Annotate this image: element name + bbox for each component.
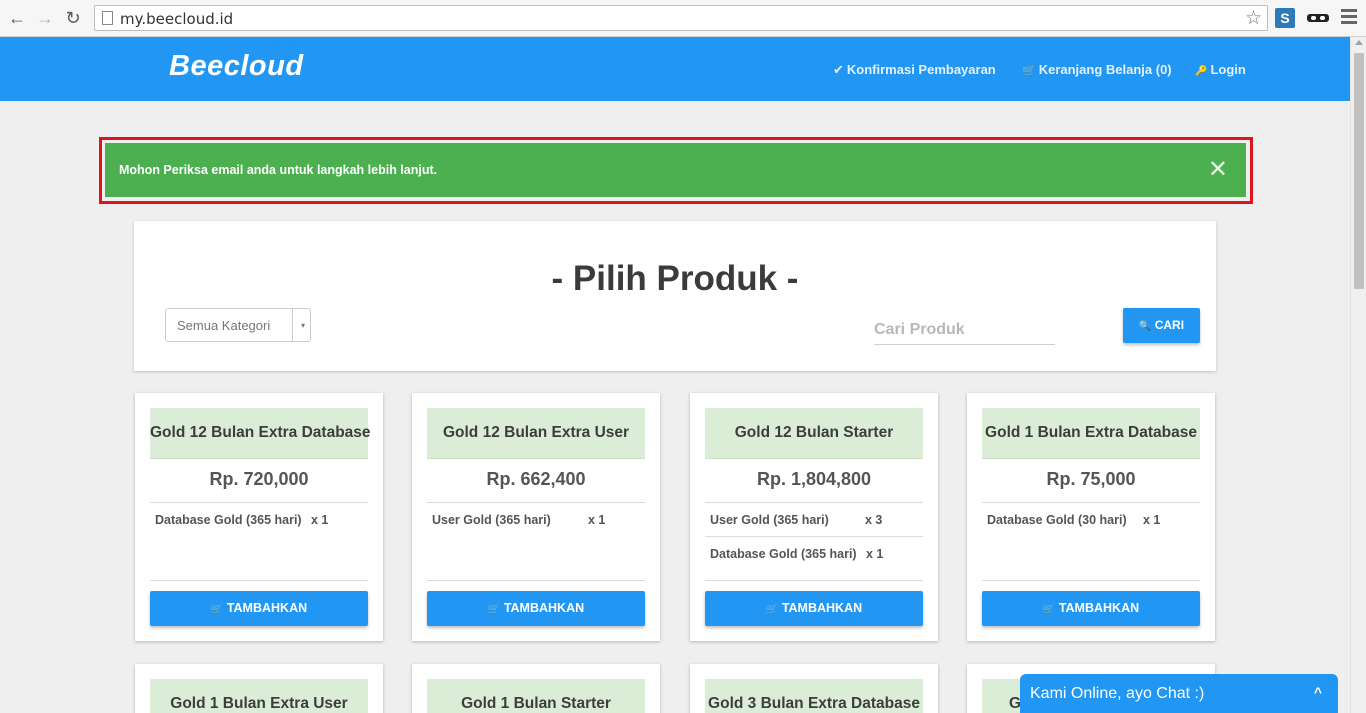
chat-label: Kami Online, ayo Chat :) <box>1030 685 1205 702</box>
add-to-cart-label: TAMBAHKAN <box>1058 601 1140 615</box>
product-price: Rp. 720,000 <box>209 469 309 489</box>
chevron-up-icon[interactable]: ^ <box>1314 684 1322 700</box>
product-card: Gold 12 Bulan Extra Database Rp. 720,000… <box>135 393 383 641</box>
search-input[interactable] <box>874 315 1055 345</box>
feature-label: User Gold (365 hari) <box>710 513 829 527</box>
add-to-cart-label: TAMBAHKAN <box>226 601 308 615</box>
product-card: Gold 1 Bulan Extra User <box>135 664 383 713</box>
nav-konfirmasi-pembayaran[interactable]: ✔ Konfirmasi Pembayaran <box>833 62 996 78</box>
forward-icon[interactable]: → <box>35 8 55 28</box>
product-name: Gold 1 Bulan Starter <box>427 679 645 713</box>
feature-qty: x 1 <box>588 513 606 527</box>
feature-label: User Gold (365 hari) <box>432 513 551 527</box>
product-price: Rp. 1,804,800 <box>756 469 872 489</box>
key-icon: 🔑 <box>1195 66 1208 77</box>
reload-icon[interactable]: ↻ <box>63 8 83 28</box>
back-icon[interactable]: ← <box>7 8 27 28</box>
alert-message: Mohon Periksa email anda untuk langkah l… <box>119 163 438 177</box>
category-select[interactable]: Semua Kategori ▾ <box>165 308 311 342</box>
product-name: Gold 3 Bulan Extra Database <box>705 679 923 713</box>
product-card: Gold 12 Bulan Starter Rp. 1,804,800 User… <box>690 393 938 641</box>
feature-label: Database Gold (30 hari) <box>987 513 1127 527</box>
product-filter-panel: - Pilih Produk - Semua Kategori ▾ 🔍 CARI <box>134 221 1216 371</box>
live-chat-widget[interactable]: Kami Online, ayo Chat :) ^ <box>1020 674 1338 713</box>
nav-login[interactable]: 🔑 Login <box>1195 62 1246 77</box>
incognito-mask-icon[interactable] <box>1307 8 1329 28</box>
product-name: Gold 1 Bulan Extra Database <box>982 408 1200 459</box>
product-name: Gold 12 Bulan Extra User <box>427 408 645 459</box>
add-to-cart-button[interactable]: 🛒 TAMBAHKAN <box>982 591 1200 626</box>
url-text[interactable]: my.beecloud.id <box>120 10 233 28</box>
feature-qty: x 1 <box>1143 513 1161 527</box>
extension-s-icon[interactable]: S <box>1275 8 1295 28</box>
cart-icon: 🛒 <box>765 604 779 615</box>
page-scrollbar[interactable] <box>1350 37 1366 713</box>
add-to-cart-button[interactable]: 🛒 TAMBAHKAN <box>705 591 923 626</box>
product-price: Rp. 75,000 <box>1046 469 1136 489</box>
search-button-label: CARI <box>1154 318 1185 332</box>
chevron-down-icon: ▾ <box>300 321 305 330</box>
page-title: - Pilih Produk - <box>551 259 799 298</box>
success-alert: Mohon Periksa email anda untuk langkah l… <box>105 143 1246 197</box>
product-name: Gold 12 Bulan Starter <box>705 408 923 459</box>
cart-icon: 🛒 <box>1022 65 1036 77</box>
feature-qty: x 1 <box>866 547 884 561</box>
add-to-cart-label: TAMBAHKAN <box>503 601 585 615</box>
feature-qty: x 1 <box>311 513 329 527</box>
product-card: Gold 1 Bulan Starter <box>412 664 660 713</box>
nav-login-label: Login <box>1210 62 1246 77</box>
nav-keranjang-belanja[interactable]: 🛒 Keranjang Belanja (0) <box>1022 62 1172 77</box>
brand-logo[interactable]: Beecloud <box>169 50 304 83</box>
check-icon: ✔ <box>833 62 844 77</box>
product-price: Rp. 662,400 <box>486 469 586 489</box>
add-to-cart-button[interactable]: 🛒 TAMBAHKAN <box>150 591 368 626</box>
site-navbar: Beecloud ✔ Konfirmasi Pembayaran 🛒 Keranja… <box>0 37 1350 101</box>
search-button[interactable]: 🔍 CARI <box>1123 308 1200 343</box>
browser-menu-icon[interactable] <box>1341 9 1357 27</box>
add-to-cart-button[interactable]: 🛒 TAMBAHKAN <box>427 591 645 626</box>
category-select-value: Semua Kategori <box>177 318 271 333</box>
address-bar[interactable]: my.beecloud.id ☆ <box>94 5 1268 31</box>
add-to-cart-label: TAMBAHKAN <box>781 601 863 615</box>
bookmark-star-icon[interactable]: ☆ <box>1245 7 1262 30</box>
cart-icon: 🛒 <box>487 604 501 615</box>
feature-qty: x 3 <box>865 513 883 527</box>
close-icon[interactable]: ✕ <box>1208 157 1228 183</box>
page-icon <box>102 11 113 25</box>
scroll-thumb[interactable] <box>1354 53 1364 289</box>
browser-toolbar: ← → ↻ my.beecloud.id ☆ S <box>0 0 1366 37</box>
cart-icon: 🛒 <box>1042 604 1056 615</box>
product-card: Gold 3 Bulan Extra Database <box>690 664 938 713</box>
search-icon: 🔍 <box>1138 321 1152 332</box>
nav-konfirmasi-label: Konfirmasi Pembayaran <box>846 62 996 77</box>
product-card: Gold 1 Bulan Extra Database Rp. 75,000 D… <box>967 393 1215 641</box>
scroll-up-arrow-icon[interactable] <box>1355 40 1363 45</box>
cart-icon: 🛒 <box>210 604 224 615</box>
feature-label: Database Gold (365 hari) <box>155 513 302 527</box>
nav-keranjang-label: Keranjang Belanja (0) <box>1038 62 1172 77</box>
product-card: Gold 12 Bulan Extra User Rp. 662,400 Use… <box>412 393 660 641</box>
product-name: Gold 1 Bulan Extra User <box>150 679 368 713</box>
product-name: Gold 12 Bulan Extra Database <box>150 408 371 459</box>
feature-label: Database Gold (365 hari) <box>710 547 857 561</box>
